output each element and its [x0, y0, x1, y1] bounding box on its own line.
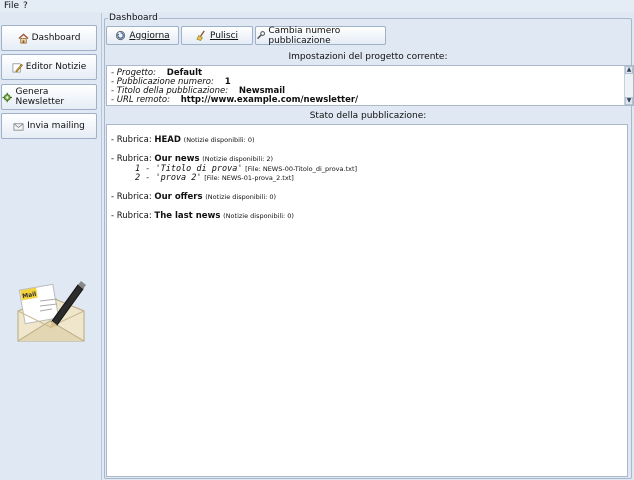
sidebar-item-invia-mailing[interactable]: Invia mailing [1, 113, 97, 139]
status-panel: - Rubrica: HEAD (Notizie disponibili: 0)… [106, 124, 628, 477]
settings-panel: - Progetto: Default - Pubblicazione nume… [106, 65, 634, 106]
refresh-label: Aggiorna [129, 30, 170, 41]
home-icon [18, 33, 29, 43]
sidebar-item-editor-notizie[interactable]: Editor Notizie [1, 54, 97, 80]
menu-help[interactable]: ? [23, 0, 28, 12]
sidebar-item-label: Invia mailing [27, 121, 85, 131]
menu-file[interactable]: File [4, 0, 19, 12]
change-number-label: Cambia numero pubblicazione [268, 25, 341, 46]
clean-button[interactable]: Pulisci [181, 26, 253, 45]
clean-label: Pulisci [209, 30, 239, 41]
news-item: 2 - 'prova 2' [File: NEWS-01-prova_2.txt… [135, 173, 294, 183]
settings-heading: Impostazioni del progetto corrente: [288, 52, 448, 62]
scroll-up-icon[interactable]: ▲ [625, 66, 633, 74]
scroll-down-icon[interactable]: ▼ [625, 97, 633, 105]
newsletter-logo: Mail [17, 281, 86, 342]
broom-icon [196, 30, 205, 41]
rubrica-item: - Rubrica: Our news (Notizie disponibili… [111, 154, 274, 164]
rubrica-item: - Rubrica: HEAD (Notizie disponibili: 0) [111, 135, 255, 145]
setting-row: - URL remoto: http://www.example.com/new… [111, 95, 359, 105]
sidebar-item-dashboard[interactable]: Dashboard [1, 25, 97, 51]
refresh-icon [116, 30, 126, 41]
change-number-button[interactable]: Cambia numero pubblicazione [255, 25, 386, 46]
wrench-icon [257, 31, 266, 40]
sidebar-item-label: Editor Notizie [25, 62, 87, 72]
group-title: Dashboard [108, 13, 159, 23]
sidebar-item-label: Genera Newsletter [15, 87, 65, 107]
sidebar: Dashboard Editor Notizie Genera Newslett… [0, 13, 102, 480]
gear-icon [2, 92, 13, 102]
sidebar-item-label: Dashboard [31, 33, 81, 43]
menu-bar: File ? [0, 0, 634, 12]
sidebar-item-genera-newsletter[interactable]: Genera Newsletter [1, 84, 97, 110]
settings-scrollbar[interactable]: ▲ ▼ [624, 66, 633, 105]
refresh-button[interactable]: Aggiorna [106, 26, 179, 45]
rubrica-item: - Rubrica: The last news (Notizie dispon… [111, 211, 294, 221]
pencil-icon [12, 63, 23, 72]
status-heading: Stato della pubblicazione: [309, 111, 427, 121]
mail-icon [13, 122, 24, 131]
rubrica-item: - Rubrica: Our offers (Notizie disponibi… [111, 192, 277, 202]
